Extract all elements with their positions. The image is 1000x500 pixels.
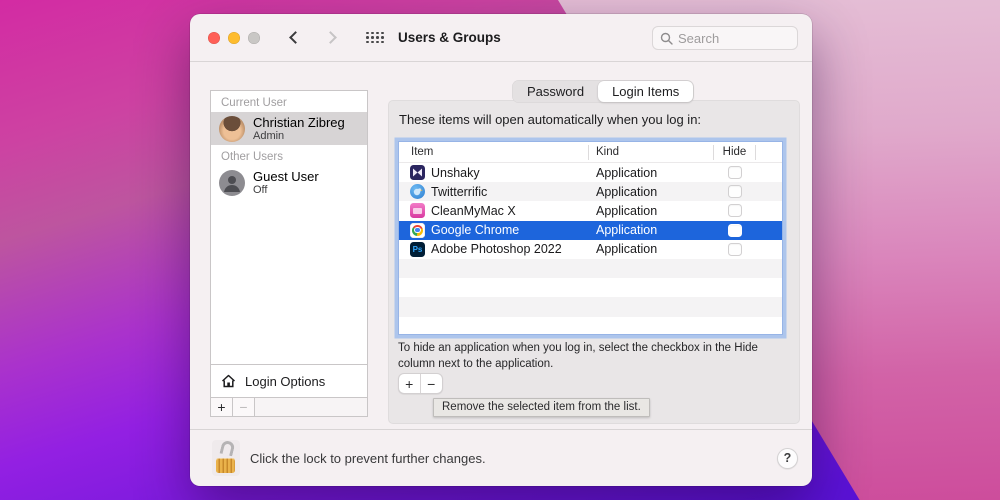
close-window-button[interactable] [208, 32, 220, 44]
login-options-button[interactable]: Login Options [211, 364, 367, 397]
table-header: Item Kind Hide [399, 142, 782, 163]
login-item-actions: + − [398, 373, 443, 394]
remove-item-tooltip: Remove the selected item from the list. [433, 398, 650, 417]
tab-password[interactable]: Password [513, 81, 598, 102]
hide-checkbox[interactable] [728, 224, 742, 237]
table-row[interactable]: Unshaky Application [399, 163, 782, 182]
forward-button[interactable] [322, 26, 342, 50]
user-role: Off [253, 184, 319, 196]
show-all-preferences-icon[interactable] [366, 32, 384, 44]
login-items-intro: These items will open automatically when… [399, 112, 701, 127]
window-title: Users & Groups [398, 30, 501, 45]
empty-row [399, 297, 782, 316]
item-kind: Application [589, 242, 714, 256]
minimize-window-button[interactable] [228, 32, 240, 44]
search-icon [660, 32, 673, 45]
zoom-window-button[interactable] [248, 32, 260, 44]
login-items-table[interactable]: Item Kind Hide Unshaky Application [398, 141, 783, 335]
item-name: Google Chrome [431, 223, 519, 237]
hide-column-hint: To hide an application when you log in, … [398, 341, 788, 372]
item-kind: Application [589, 204, 714, 218]
item-kind: Application [589, 223, 714, 237]
user-list-sidebar: Current User Christian Zibreg Admin Othe… [210, 90, 368, 398]
table-row[interactable]: Ps Adobe Photoshop 2022 Application [399, 240, 782, 259]
item-name: Unshaky [431, 166, 480, 180]
user-role: Admin [253, 130, 345, 142]
tab-login-items[interactable]: Login Items [598, 81, 693, 102]
guest-avatar-icon [219, 170, 245, 196]
empty-row [399, 259, 782, 278]
item-name: Adobe Photoshop 2022 [431, 242, 562, 256]
remove-login-item-button[interactable]: − [421, 374, 442, 393]
user-avatar [219, 116, 245, 142]
search-placeholder: Search [678, 31, 719, 46]
empty-row [399, 278, 782, 297]
login-items-panel: These items will open automatically when… [388, 100, 800, 424]
item-name: CleanMyMac X [431, 204, 516, 218]
users-groups-window: Users & Groups Search Current User Chris… [190, 14, 812, 486]
empty-row [399, 317, 782, 336]
photoshop-app-icon: Ps [410, 242, 425, 257]
remove-user-button[interactable]: − [233, 398, 255, 416]
user-name: Guest User [253, 169, 319, 184]
twitterrific-app-icon [410, 184, 425, 199]
item-kind: Application [589, 166, 714, 180]
column-header-kind: Kind [589, 145, 714, 160]
traffic-lights [208, 32, 260, 44]
current-user-label: Current User [211, 91, 367, 112]
window-titlebar: Users & Groups Search [190, 14, 812, 62]
unlocked-padlock-icon[interactable] [212, 440, 240, 476]
column-header-item: Item [399, 145, 589, 160]
sidebar-user-actions: + − [210, 397, 368, 417]
table-row[interactable]: Twitterrific Application [399, 182, 782, 201]
lock-hint-text: Click the lock to prevent further change… [250, 451, 486, 466]
chevron-left-icon [289, 31, 302, 44]
hide-checkbox[interactable] [728, 204, 742, 217]
add-user-button[interactable]: + [211, 398, 233, 416]
item-kind: Application [589, 185, 714, 199]
google-chrome-app-icon [410, 223, 425, 238]
column-header-hide: Hide [714, 145, 756, 160]
add-login-item-button[interactable]: + [399, 374, 421, 393]
tab-bar: Password Login Items [512, 80, 694, 103]
unshaky-app-icon [410, 165, 425, 180]
sidebar-item-guest-user[interactable]: Guest User Off [211, 166, 367, 199]
search-field[interactable]: Search [652, 26, 798, 50]
hide-checkbox[interactable] [728, 185, 742, 198]
login-options-label: Login Options [245, 374, 325, 389]
table-row[interactable]: CleanMyMac X Application [399, 201, 782, 220]
other-users-label: Other Users [211, 145, 367, 166]
hide-checkbox[interactable] [728, 243, 742, 256]
window-footer: Click the lock to prevent further change… [190, 429, 812, 486]
sidebar-item-current-user[interactable]: Christian Zibreg Admin [211, 112, 367, 145]
window-body: Current User Christian Zibreg Admin Othe… [190, 62, 812, 429]
table-row-selected[interactable]: Google Chrome Application [399, 221, 782, 240]
back-button[interactable] [284, 26, 304, 50]
help-button[interactable]: ? [777, 448, 798, 469]
home-icon [220, 373, 237, 389]
item-name: Twitterrific [431, 185, 487, 199]
hide-checkbox[interactable] [728, 166, 742, 179]
cleanmymac-app-icon [410, 203, 425, 218]
user-name: Christian Zibreg [253, 115, 345, 130]
chevron-right-icon [324, 31, 337, 44]
